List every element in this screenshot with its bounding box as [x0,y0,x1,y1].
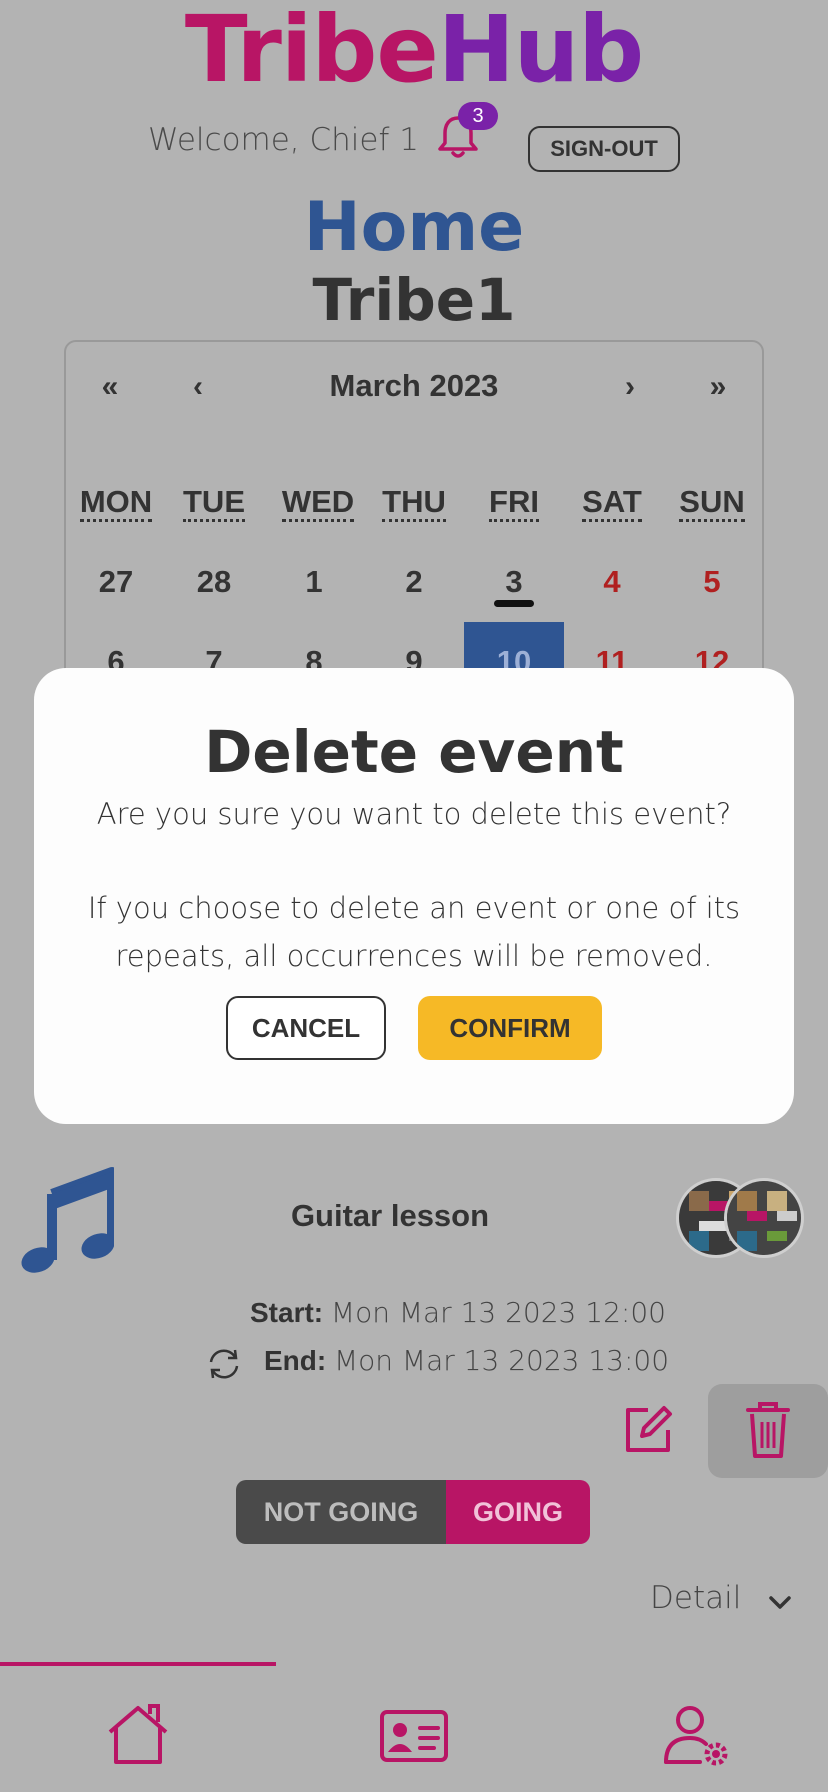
next-month-button[interactable]: › [610,370,650,404]
dialog-warning-line-1: If you choose to delete an event or one … [87,891,741,925]
calendar-day[interactable]: 27 [66,564,166,600]
dialog-question: Are you sure you want to delete this eve… [96,797,732,831]
cancel-button[interactable]: CANCEL [226,996,386,1060]
avatar [724,1178,804,1258]
today-indicator [494,600,534,607]
active-tab-indicator [0,1662,276,1666]
prev-year-button[interactable]: « [90,370,130,404]
dialog-warning-line-2: repeats, all occurrences will be removed… [115,939,713,973]
sign-out-button[interactable]: SIGN-OUT [528,126,680,172]
app-logo: TribeHub [0,0,828,100]
going-toggle[interactable]: GOING [446,1480,590,1544]
dialog-title: Delete event [204,718,624,786]
next-year-button[interactable]: » [698,370,738,404]
end-value: Mon Mar 13 2023 13:00 [334,1344,670,1377]
weekday-thu: THU [364,484,464,522]
weekday-fri: FRI [464,484,564,522]
repeat-icon [204,1346,244,1382]
tribe-name: Tribe1 [312,266,516,334]
music-note-icon [14,1164,117,1274]
logo-text-tribe: Tribe [184,0,439,103]
calendar-day[interactable]: 2 [364,564,464,600]
user-settings-icon[interactable] [660,1700,732,1770]
prev-month-button[interactable]: ‹ [178,370,218,404]
confirm-button[interactable]: CONFIRM [418,996,602,1060]
weekday-mon: MON [66,484,166,522]
weekday-sun: SUN [662,484,762,522]
event-start-row: Start: Mon Mar 13 2023 12:00 [250,1296,666,1329]
chevron-down-icon[interactable] [764,1586,796,1618]
edit-event-button[interactable] [620,1402,676,1458]
start-value: Mon Mar 13 2023 12:00 [330,1296,666,1329]
weekday-wed: WED [268,484,368,522]
event-title: Guitar lesson [290,1198,490,1233]
calendar-day[interactable]: 1 [264,564,364,600]
start-label: Start: [250,1297,324,1328]
event-end-row: End: Mon Mar 13 2023 13:00 [264,1344,669,1377]
home-icon[interactable] [102,1700,174,1770]
logo-text-hub: Hub [437,0,644,103]
calendar-day[interactable]: 5 [662,564,762,600]
trash-icon [746,1402,790,1458]
calendar-day[interactable]: 28 [164,564,264,600]
weekday-tue: TUE [164,484,264,522]
not-going-toggle[interactable]: NOT GOING [236,1480,446,1544]
end-label: End: [264,1345,327,1376]
weekday-sat: SAT [562,484,662,522]
edit-pencil-icon [626,1406,672,1452]
profile-card-icon[interactable] [378,1700,450,1770]
calendar-day[interactable]: 4 [562,564,662,600]
calendar-day-today[interactable]: 3 [464,564,564,600]
page-title: Home [303,188,525,267]
detail-expander-label[interactable]: Detail [650,1580,741,1616]
notification-count-badge: 3 [458,102,498,130]
calendar-month-label[interactable]: March 2023 [330,368,499,403]
delete-event-button[interactable] [708,1384,828,1478]
welcome-text: Welcome, Chief 1 [148,122,419,158]
